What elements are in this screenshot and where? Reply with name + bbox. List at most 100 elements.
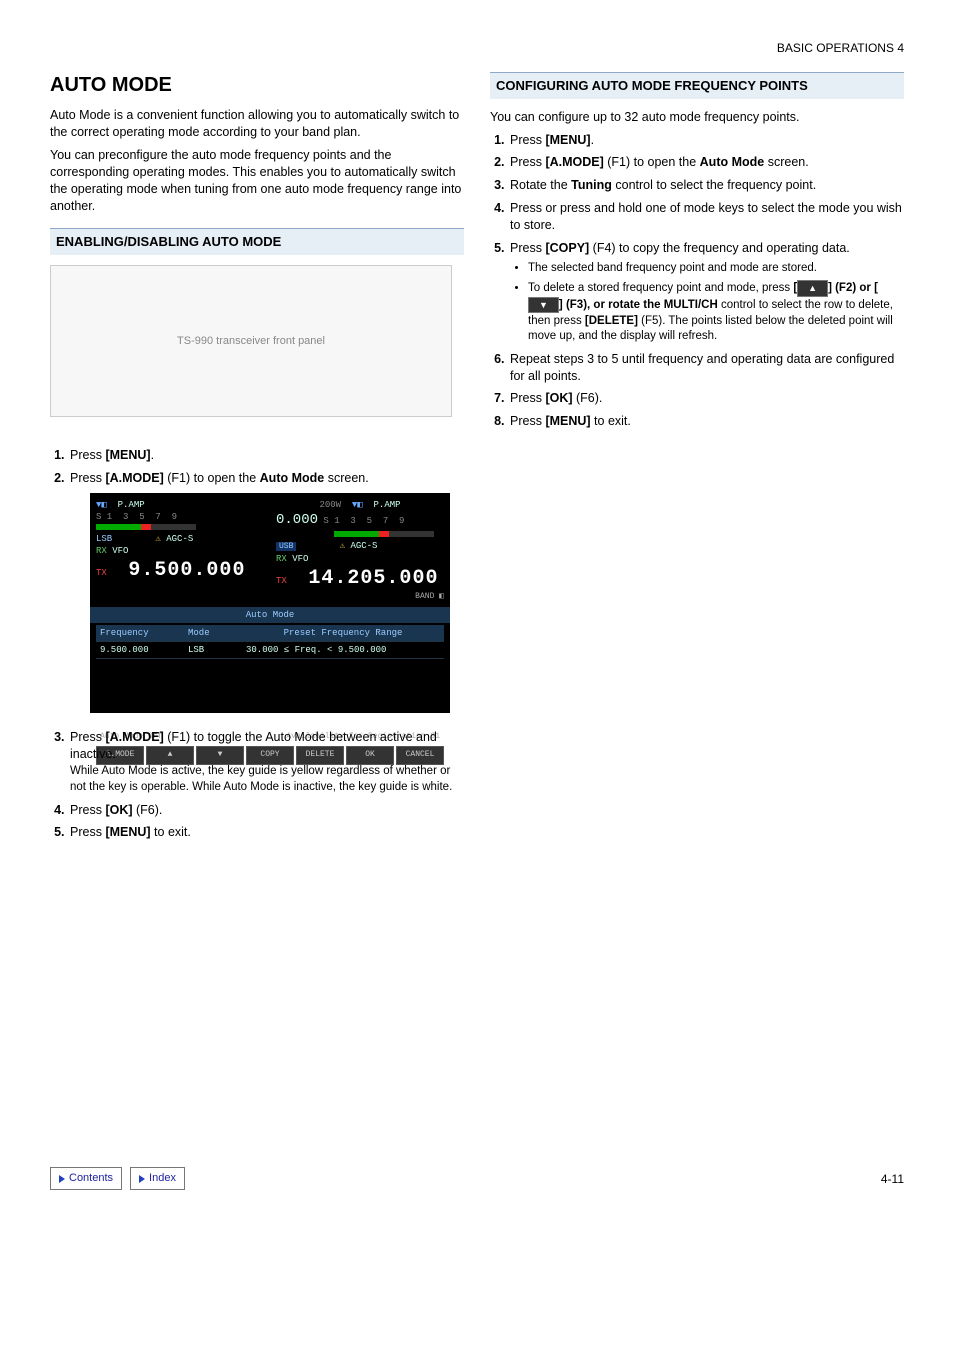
row1-mode: LSB bbox=[184, 642, 242, 658]
bullet-1: The selected band frequency point and mo… bbox=[528, 261, 904, 277]
contents-label: Contents bbox=[69, 1171, 113, 1186]
cfg-step-1: Press [MENU]. bbox=[508, 132, 904, 149]
text: ] (F3), or rotate the bbox=[559, 299, 664, 311]
lsb-label: LSB bbox=[96, 534, 112, 544]
vfo-label: VFO bbox=[112, 546, 128, 556]
agc-label: AGC-S bbox=[166, 534, 193, 544]
step-5: Press [MENU] to exit. bbox=[68, 824, 464, 841]
cfg-step-2: Press [A.MODE] (F1) to open the Auto Mod… bbox=[508, 154, 904, 171]
intro-paragraph-1: Auto Mode is a convenient function allow… bbox=[50, 107, 464, 141]
illustration-alt: TS-990 transceiver front panel bbox=[177, 334, 325, 349]
softkey-up[interactable]: ▲ bbox=[146, 746, 194, 765]
text: Press bbox=[510, 414, 545, 428]
step-2: Press [A.MODE] (F1) to open the Auto Mod… bbox=[68, 470, 464, 713]
text: Press bbox=[510, 133, 545, 147]
key-delete: [DELETE] bbox=[585, 315, 638, 327]
cfg-step-6: Repeat steps 3 to 5 until frequency and … bbox=[508, 351, 904, 385]
zero-reading: 0.000 bbox=[276, 512, 318, 528]
key-menu: [MENU] bbox=[545, 133, 590, 147]
softkey-down[interactable]: ▼ bbox=[196, 746, 244, 765]
contents-link[interactable]: Contents bbox=[50, 1167, 122, 1190]
text: Press bbox=[70, 471, 105, 485]
key-copy: [COPY] bbox=[545, 241, 589, 255]
text: (F4) to copy the frequency and operating… bbox=[589, 241, 850, 255]
rx-label: RX bbox=[96, 546, 107, 556]
text: . bbox=[151, 448, 154, 462]
softkey-cancel[interactable]: CANCEL bbox=[396, 746, 444, 765]
key-amode: [A.MODE] bbox=[105, 471, 163, 485]
cfg-step-8: Press [MENU] to exit. bbox=[508, 413, 904, 430]
text: Press bbox=[70, 803, 105, 817]
intro-paragraph-2: You can preconfigure the auto mode frequ… bbox=[50, 147, 464, 215]
text: screen. bbox=[324, 471, 368, 485]
softkey-copy[interactable]: COPY bbox=[246, 746, 294, 765]
text: . bbox=[591, 133, 594, 147]
screen-name: Auto Mode bbox=[700, 155, 765, 169]
text: (F6). bbox=[573, 391, 603, 405]
key-ok: [OK] bbox=[105, 803, 132, 817]
tx-label-2: TX bbox=[276, 576, 287, 586]
col-mode: Mode bbox=[184, 625, 242, 641]
pamp-label-2: P.AMP bbox=[374, 500, 401, 510]
index-link[interactable]: Index bbox=[130, 1167, 185, 1190]
softkey-delete[interactable]: DELETE bbox=[296, 746, 344, 765]
key-amode: [A.MODE] bbox=[105, 730, 163, 744]
col-frequency: Frequency bbox=[96, 625, 184, 641]
triangle-icon bbox=[59, 1175, 65, 1183]
screen-name: Auto Mode bbox=[260, 471, 325, 485]
text: ] (F2) or [ bbox=[828, 282, 878, 294]
page-number: 4-11 bbox=[881, 1171, 904, 1187]
section-enable-disable: ENABLING/DISABLING AUTO MODE bbox=[50, 228, 464, 255]
step-1: Press [MENU]. bbox=[68, 447, 464, 464]
multi-ch-control: MULTI/CH bbox=[664, 299, 718, 311]
text: Press bbox=[70, 825, 105, 839]
pamp-label: P.AMP bbox=[118, 500, 145, 510]
page-footer: Contents Index 4-11 bbox=[50, 1167, 904, 1190]
text: to exit. bbox=[151, 825, 191, 839]
text: screen. bbox=[764, 155, 808, 169]
softkey-ok[interactable]: OK bbox=[346, 746, 394, 765]
right-column: CONFIGURING AUTO MODE FREQUENCY POINTS Y… bbox=[490, 72, 904, 847]
key-menu: [MENU] bbox=[545, 414, 590, 428]
tx-label: TX bbox=[96, 568, 107, 578]
text: (F6). bbox=[133, 803, 163, 817]
steps-enable-auto-mode: Press [MENU]. Press [A.MODE] (F1) to ope… bbox=[50, 447, 464, 841]
rx-label-2: RX bbox=[276, 554, 287, 564]
step-5-bullets: The selected band frequency point and mo… bbox=[510, 261, 904, 345]
auto-mode-screen: ▼◧ P.AMP S 1 3 5 7 9 LSB ⚠ AGC-S RX VFO … bbox=[90, 493, 450, 713]
power-label: 200W bbox=[319, 500, 341, 510]
col-range: Preset Frequency Range bbox=[242, 625, 444, 641]
page-title: AUTO MODE bbox=[50, 72, 464, 99]
text: Press bbox=[510, 155, 545, 169]
screen-title: Auto Mode bbox=[90, 607, 450, 623]
index-label: Index bbox=[149, 1171, 176, 1186]
cfg-step-3: Rotate the Tuning control to select the … bbox=[508, 177, 904, 194]
step-4: Press [OK] (F6). bbox=[68, 802, 464, 819]
header-right: BASIC OPERATIONS 4 bbox=[50, 40, 904, 56]
key-menu: [MENU] bbox=[105, 825, 150, 839]
key-ok: [OK] bbox=[545, 391, 572, 405]
down-arrow-icon: ▼ bbox=[528, 297, 559, 313]
vfo-label-2: VFO bbox=[292, 554, 308, 564]
text: to exit. bbox=[591, 414, 631, 428]
text: Press bbox=[70, 448, 105, 462]
section-configure-points: CONFIGURING AUTO MODE FREQUENCY POINTS bbox=[490, 72, 904, 99]
cfg-step-7: Press [OK] (F6). bbox=[508, 390, 904, 407]
freq-sub: 14.205.000 bbox=[308, 567, 438, 590]
left-column: AUTO MODE Auto Mode is a convenient func… bbox=[50, 72, 464, 847]
text: (F1) to open the bbox=[604, 155, 700, 169]
text: Press bbox=[510, 391, 545, 405]
up-arrow-icon: ▲ bbox=[797, 280, 828, 296]
triangle-icon bbox=[139, 1175, 145, 1183]
text: Rotate the bbox=[510, 178, 571, 192]
text: To delete a stored frequency point and m… bbox=[528, 282, 793, 294]
row1-range: 30.000 ≤ Freq. < 9.500.000 bbox=[242, 642, 444, 658]
usb-label: USB bbox=[276, 542, 296, 551]
cfg-step-5: Press [COPY] (F4) to copy the frequency … bbox=[508, 240, 904, 345]
key-amode: [A.MODE] bbox=[545, 155, 603, 169]
key-menu: [MENU] bbox=[105, 448, 150, 462]
tuning-control: Tuning bbox=[571, 178, 612, 192]
agc-label-2: AGC-S bbox=[350, 541, 377, 551]
transceiver-illustration: TS-990 transceiver front panel bbox=[50, 265, 452, 417]
text: Press bbox=[510, 241, 545, 255]
